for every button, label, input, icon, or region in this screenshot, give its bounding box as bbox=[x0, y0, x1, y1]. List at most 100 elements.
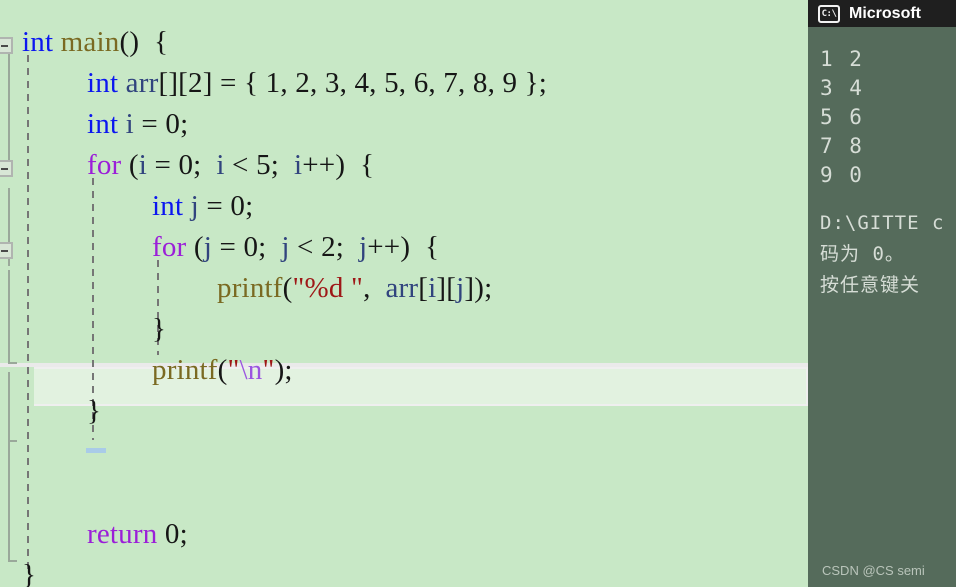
code-token: int bbox=[87, 108, 119, 140]
code-editor[interactable]: int main() {int arr[][2] = { 1, 2, 3, 4,… bbox=[0, 0, 808, 587]
code-token: "%d " bbox=[292, 272, 364, 304]
console-output: 1 2 3 4 5 6 7 8 9 0 D:\GITTE c 码为 0。 按任意键关 bbox=[808, 27, 956, 587]
code-line[interactable]: return 0; bbox=[0, 514, 808, 555]
code-token: ; bbox=[335, 231, 359, 263]
code-token: () bbox=[119, 26, 140, 58]
code-token: int bbox=[22, 26, 54, 58]
code-token: 5 bbox=[256, 149, 271, 181]
code-token: " bbox=[227, 354, 240, 386]
console-message-line: 按任意键关 bbox=[820, 274, 921, 296]
code-token: printf bbox=[217, 272, 283, 304]
screenshot-root: int main() {int arr[][2] = { 1, 2, 3, 4,… bbox=[0, 0, 956, 587]
code-line[interactable]: } bbox=[0, 555, 808, 587]
code-token: ] bbox=[202, 67, 213, 99]
code-token: ][ bbox=[436, 272, 457, 304]
code-token: i bbox=[138, 149, 147, 181]
code-token: } bbox=[152, 313, 167, 345]
code-token: ; bbox=[193, 149, 217, 181]
console-output-line: 1 2 bbox=[820, 47, 864, 71]
code-token: = bbox=[147, 149, 179, 181]
console-window[interactable]: C:\ Microsoft 1 2 3 4 5 6 7 8 9 0 D:\GITTE c 码… bbox=[808, 0, 956, 587]
code-token: 0 bbox=[230, 190, 246, 222]
code-line[interactable]: printf("\n"); bbox=[0, 350, 808, 391]
code-token: , bbox=[428, 67, 444, 99]
code-line[interactable]: } bbox=[0, 391, 808, 432]
watermark: CSDN @CS semi bbox=[822, 563, 925, 578]
code-line[interactable]: int i = 0; bbox=[0, 104, 808, 145]
code-text[interactable]: int main() {int arr[][2] = { 1, 2, 3, 4,… bbox=[0, 0, 808, 587]
code-line[interactable]: int main() { bbox=[0, 22, 808, 63]
code-token: 0 bbox=[178, 149, 194, 181]
code-token: 7 bbox=[443, 67, 458, 99]
code-token: ++) { bbox=[367, 231, 440, 263]
console-cmd-icon: C:\ bbox=[818, 4, 840, 23]
console-titlebar[interactable]: C:\ Microsoft bbox=[808, 0, 956, 27]
code-token: \n bbox=[239, 354, 263, 386]
code-token: 6 bbox=[413, 67, 429, 99]
code-token: ]); bbox=[464, 272, 493, 304]
code-token: 9 bbox=[502, 67, 518, 99]
code-token: , bbox=[339, 67, 355, 99]
code-token: }; bbox=[517, 67, 548, 99]
code-token: 5 bbox=[384, 67, 399, 99]
code-token: for bbox=[87, 149, 122, 181]
code-token: = bbox=[133, 108, 166, 140]
console-output-line: 3 4 bbox=[820, 76, 864, 100]
code-token: ); bbox=[274, 354, 293, 386]
code-token: ( bbox=[217, 354, 228, 386]
code-token: [][ bbox=[158, 67, 189, 99]
code-line[interactable]: for (j = 0; j < 2; j++) { bbox=[0, 227, 808, 268]
code-line[interactable]: int j = 0; bbox=[0, 186, 808, 227]
code-token: < bbox=[224, 149, 257, 181]
code-token: ++) { bbox=[302, 149, 375, 181]
code-token: 0 bbox=[165, 108, 181, 140]
code-token: , bbox=[309, 67, 325, 99]
code-token: ( bbox=[121, 149, 139, 181]
code-line[interactable]: int arr[][2] = { 1, 2, 3, 4, 5, 6, 7, 8,… bbox=[0, 63, 808, 104]
code-token: arr bbox=[125, 67, 159, 99]
code-line[interactable]: } bbox=[0, 309, 808, 350]
code-token: int bbox=[152, 190, 184, 222]
code-token: ; bbox=[270, 149, 294, 181]
code-token: = bbox=[212, 231, 244, 263]
code-token: arr bbox=[385, 272, 419, 304]
code-line[interactable]: for (i = 0; i < 5; i++) { bbox=[0, 145, 808, 186]
code-token: { bbox=[154, 26, 169, 58]
code-token: , bbox=[398, 67, 414, 99]
code-token: [ bbox=[418, 272, 429, 304]
code-token: 2 bbox=[188, 67, 203, 99]
code-token: ( bbox=[282, 272, 293, 304]
code-token: int bbox=[87, 67, 119, 99]
code-token: , bbox=[280, 67, 296, 99]
code-token: printf bbox=[152, 354, 218, 386]
code-token: ; bbox=[179, 518, 188, 550]
code-token: i bbox=[216, 149, 225, 181]
code-token: 1 bbox=[265, 67, 281, 99]
code-token: for bbox=[152, 231, 187, 263]
code-token: = bbox=[198, 190, 231, 222]
code-token: ; bbox=[180, 108, 189, 140]
code-token: j bbox=[203, 231, 212, 263]
code-token: , bbox=[369, 67, 385, 99]
code-token: 4 bbox=[354, 67, 370, 99]
code-token: 0 bbox=[164, 518, 180, 550]
code-token: 3 bbox=[324, 67, 340, 99]
console-title: Microsoft bbox=[849, 4, 921, 22]
code-token: } bbox=[22, 559, 37, 587]
code-line[interactable]: printf("%d ", arr[i][j]); bbox=[0, 268, 808, 309]
code-token: } bbox=[87, 395, 102, 427]
console-output-line: 7 8 bbox=[820, 134, 864, 158]
code-line[interactable] bbox=[0, 432, 808, 473]
code-token: j bbox=[190, 190, 199, 222]
code-token: " bbox=[262, 354, 275, 386]
code-token: 8 bbox=[472, 67, 488, 99]
code-token: 2 bbox=[321, 231, 336, 263]
code-token: , bbox=[363, 272, 386, 304]
code-token: ; bbox=[245, 190, 254, 222]
code-line[interactable] bbox=[0, 473, 808, 514]
